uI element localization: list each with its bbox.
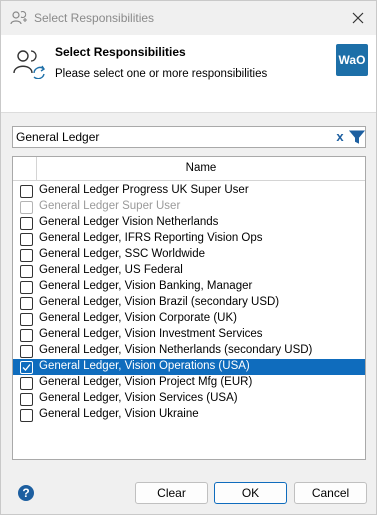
title-bar: Select Responsibilities <box>1 1 376 35</box>
filter-icon[interactable] <box>348 128 366 146</box>
list-item[interactable]: General Ledger, Vision Services (USA) <box>13 391 365 407</box>
list-item-label: General Ledger, US Federal <box>39 264 183 276</box>
responsibilities-list: Name General Ledger Progress UK Super Us… <box>12 156 366 460</box>
list-header: Name <box>13 157 365 181</box>
list-item[interactable]: General Ledger, Vision Banking, Manager <box>13 279 365 295</box>
item-checkbox[interactable] <box>20 281 33 294</box>
list-item-label: General Ledger Super User <box>39 200 181 212</box>
item-checkbox[interactable] <box>20 345 33 358</box>
search-input[interactable] <box>13 127 329 147</box>
list-item-label: General Ledger, Vision Corporate (UK) <box>39 312 237 324</box>
item-checkbox[interactable] <box>20 377 33 390</box>
list-item[interactable]: General Ledger, Vision Operations (USA) <box>13 359 365 375</box>
item-checkbox[interactable] <box>20 361 33 374</box>
list-item-label: General Ledger, Vision Netherlands (seco… <box>39 344 313 356</box>
list-item-label: General Ledger, SSC Worldwide <box>39 248 205 260</box>
list-item[interactable]: General Ledger, SSC Worldwide <box>13 247 365 263</box>
header-subtitle: Please select one or more responsibiliti… <box>55 68 268 80</box>
item-checkbox[interactable] <box>20 409 33 422</box>
list-item-label: General Ledger Vision Netherlands <box>39 216 219 228</box>
list-item-label: General Ledger, Vision Investment Servic… <box>39 328 263 340</box>
close-icon[interactable] <box>348 8 368 28</box>
cancel-button[interactable]: Cancel <box>294 482 367 504</box>
clear-button[interactable]: Clear <box>135 482 208 504</box>
help-icon[interactable]: ? <box>18 485 34 501</box>
item-checkbox[interactable] <box>20 297 33 310</box>
wao-logo: WaO <box>336 44 368 76</box>
list-item[interactable]: General Ledger, IFRS Reporting Vision Op… <box>13 231 365 247</box>
select-responsibilities-dialog: Select Responsibilities Select Responsib… <box>0 0 377 515</box>
list-item-label: General Ledger, Vision Banking, Manager <box>39 280 253 292</box>
list-item[interactable]: General Ledger, Vision Ukraine <box>13 407 365 423</box>
checkbox-column-header <box>13 157 37 180</box>
list-item[interactable]: General Ledger Vision Netherlands <box>13 215 365 231</box>
item-checkbox[interactable] <box>20 249 33 262</box>
list-item-label: General Ledger, IFRS Reporting Vision Op… <box>39 232 263 244</box>
list-item-label: General Ledger, Vision Operations (USA) <box>39 360 250 372</box>
item-checkbox[interactable] <box>20 265 33 278</box>
list-item[interactable]: General Ledger, Vision Project Mfg (EUR) <box>13 375 365 391</box>
item-checkbox[interactable] <box>20 393 33 406</box>
search-box: x <box>12 126 366 148</box>
list-item-label: General Ledger, Vision Ukraine <box>39 408 199 420</box>
item-checkbox[interactable] <box>20 185 33 198</box>
list-item-label: General Ledger Progress UK Super User <box>39 184 249 196</box>
clear-search-icon[interactable]: x <box>333 128 347 146</box>
list-item[interactable]: General Ledger, Vision Corporate (UK) <box>13 311 365 327</box>
users-refresh-icon <box>12 47 46 80</box>
list-item: General Ledger Super User <box>13 199 365 215</box>
list-item[interactable]: General Ledger, Vision Brazil (secondary… <box>13 295 365 311</box>
item-checkbox[interactable] <box>20 233 33 246</box>
list-item[interactable]: General Ledger, Vision Investment Servic… <box>13 327 365 343</box>
item-checkbox[interactable] <box>20 313 33 326</box>
users-icon <box>10 10 28 26</box>
list-item-label: General Ledger, Vision Brazil (secondary… <box>39 296 280 308</box>
list-item-label: General Ledger, Vision Project Mfg (EUR) <box>39 376 253 388</box>
item-checkbox[interactable] <box>20 329 33 342</box>
item-checkbox <box>20 201 33 214</box>
ok-button[interactable]: OK <box>214 482 287 504</box>
item-checkbox[interactable] <box>20 217 33 230</box>
window-title: Select Responsibilities <box>34 11 155 25</box>
list-item[interactable]: General Ledger, Vision Netherlands (seco… <box>13 343 365 359</box>
list-item[interactable]: General Ledger, US Federal <box>13 263 365 279</box>
dialog-header: Select Responsibilities Please select on… <box>1 35 376 113</box>
name-column-header[interactable]: Name <box>37 162 365 174</box>
list-item-label: General Ledger, Vision Services (USA) <box>39 392 238 404</box>
list-item[interactable]: General Ledger Progress UK Super User <box>13 183 365 199</box>
header-title: Select Responsibilities <box>55 45 186 59</box>
